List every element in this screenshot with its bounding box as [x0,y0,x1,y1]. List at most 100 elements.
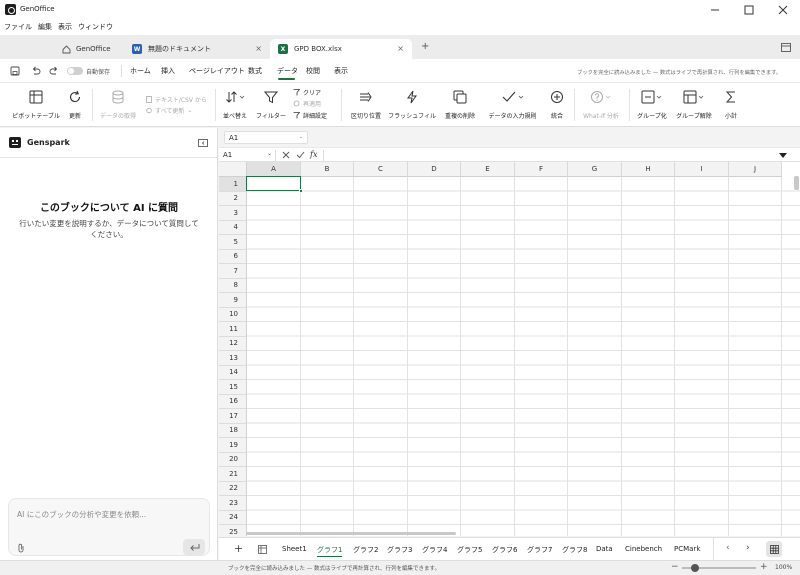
grid-view-button[interactable] [766,541,782,557]
chat-input[interactable]: AI にこのブックの分析や変更を依頼... [17,509,146,520]
subtotal-button[interactable]: 小計 [720,87,742,123]
menu-view[interactable]: 表示 [58,22,72,32]
refresh-button[interactable]: 更新 [64,87,86,123]
tab-formulas[interactable]: 数式 [248,66,262,76]
zoom-out-button[interactable]: − [671,562,679,572]
sort-button[interactable]: 並べ替え [220,87,250,123]
add-sheet-button[interactable]: + [234,542,243,555]
confirm-formula-icon[interactable] [296,151,305,159]
assistant-header: Genspark [0,128,217,158]
zoom-slider-thumb[interactable] [691,564,699,572]
formula-input[interactable] [329,151,769,161]
group-button[interactable]: グループ化 [636,87,668,123]
prev-sheet-icon[interactable]: ‹ [726,543,730,553]
send-button[interactable] [183,539,205,555]
redo-icon[interactable] [49,66,59,76]
selected-cell-a1[interactable] [246,176,301,191]
filter-button[interactable]: フィルター [256,87,286,123]
app-logo-icon [5,4,16,15]
text-csv-label: テキスト/CSV から [155,97,207,104]
new-tab-button[interactable]: + [421,41,429,52]
ungroup-button[interactable]: グループ解除 [674,87,714,123]
sheet-tab[interactable]: グラフ2 [353,545,378,555]
title-bar: GenOffice [0,0,800,19]
sheet-tab[interactable]: グラフ3 [387,545,412,555]
text-csv-button[interactable]: テキスト/CSV から [146,95,207,104]
refresh-all-button[interactable]: すべて更新 ⌄ [146,106,192,115]
menu-edit[interactable]: 編集 [38,22,52,32]
ribbon: ピボットテーブル 更新 データの取得 テキスト/CSV から すべて更新 ⌄ 並… [0,83,800,127]
clear-filter-button[interactable]: クリア [293,88,321,97]
status-message: ブックを完全に読み込みました — 数式はライブで再計算され、行列を編集できます。 [228,566,441,572]
refresh-all-icon [146,107,152,114]
attach-icon[interactable] [17,543,25,553]
panel-toggle-icon[interactable] [781,43,791,52]
tab-untitled-document[interactable]: W 無題のドキュメント × [124,39,270,59]
sheet-tab[interactable]: Sheet1 [282,545,307,553]
subtotal-label: 小計 [724,113,737,120]
name-box-value: A1 [229,134,239,142]
sheet-tab[interactable]: グラフ1 [317,545,343,557]
pivot-table-button[interactable]: ピボットテーブル [12,87,60,123]
tab-review[interactable]: 校閲 [306,66,320,76]
sheet-list-icon[interactable] [258,545,267,554]
zoom-in-button[interactable]: + [760,562,768,572]
data-validation-button[interactable]: データの入力規則 [485,87,540,123]
advanced-filter-button[interactable]: 詳細設定 [293,111,327,120]
consolidate-button[interactable]: 統合 [545,87,569,123]
spreadsheet-grid[interactable]: ABCDEFGHIJ 1 2 3 4 5 6 7 8 9 10 11 12 13 14 15 16 17 18 19… [219,162,800,536]
collapse-panel-icon[interactable] [198,139,208,147]
sheet-tab[interactable]: グラフ5 [457,545,482,555]
flash-fill-button[interactable]: フラッシュフィル [388,87,436,123]
tab-insert[interactable]: 挿入 [161,66,175,76]
cancel-formula-icon[interactable] [282,151,290,159]
close-window-button[interactable] [766,0,800,19]
horizontal-scrollbar[interactable] [246,532,456,535]
sheet-tab[interactable]: グラフ6 [492,545,517,555]
what-if-button[interactable]: What-If 分析 [579,87,623,123]
name-box[interactable]: A1 [223,151,232,159]
tab-view[interactable]: 表示 [334,66,348,76]
tab-close-icon[interactable]: × [255,44,262,53]
consolidate-label: 統合 [550,113,563,120]
tab-gpd-box[interactable]: X GPD BOX.xlsx × [270,39,412,59]
menu-file[interactable]: ファイル [4,22,32,32]
fill-handle[interactable] [299,189,303,193]
undo-icon[interactable] [31,66,41,76]
function-icon[interactable]: fx [310,150,317,159]
get-data-button[interactable]: データの取得 [97,87,139,123]
sheet-tab[interactable]: グラフ8 [562,545,587,555]
next-sheet-icon[interactable]: › [746,543,750,553]
reapply-icon [293,100,300,107]
chevron-down-icon[interactable]: ⌄ [267,150,272,157]
sheet-tab[interactable]: グラフ4 [422,545,447,555]
sheet-tab[interactable]: グラフ7 [527,545,552,555]
sheet-tab[interactable]: Cinebench [625,545,662,553]
minimize-button[interactable] [698,0,732,19]
remove-duplicates-label: 重複の削除 [444,113,475,120]
excel-icon: X [278,44,288,54]
autosave-toggle[interactable] [67,67,83,75]
save-icon[interactable] [10,66,20,76]
tab-page-layout[interactable]: ページレイアウト [189,66,245,76]
assistant-heading: このブックについて AI に質問 [39,203,179,214]
chat-input-box[interactable]: AI にこのブックの分析や変更を依頼... [8,498,210,556]
text-to-columns-icon [359,87,373,107]
advanced-label: 詳細設定 [303,113,328,120]
text-to-columns-button[interactable]: 区切り位置 [346,87,386,123]
tab-close-icon[interactable]: × [397,44,404,53]
sheet-tab[interactable]: Data [596,545,613,553]
maximize-button[interactable] [732,0,766,19]
tab-home[interactable]: ホーム [130,66,151,76]
formula-bar: A1 ⌄ fx [219,147,800,162]
flash-fill-label: フラッシュフィル [388,113,436,120]
name-box-dropdown[interactable]: A1 ⌄ [224,131,308,144]
expand-formula-icon[interactable] [779,153,787,158]
vertical-scrollbar[interactable] [794,176,799,190]
tab-genoffice[interactable]: GenOffice [54,39,124,59]
remove-duplicates-button[interactable]: 重複の削除 [440,87,480,123]
menu-window[interactable]: ウィンドウ [78,22,113,32]
tab-data[interactable]: データ [277,66,298,76]
reapply-button[interactable]: 再適用 [293,99,321,108]
sheet-tab[interactable]: PCMark [674,545,700,553]
